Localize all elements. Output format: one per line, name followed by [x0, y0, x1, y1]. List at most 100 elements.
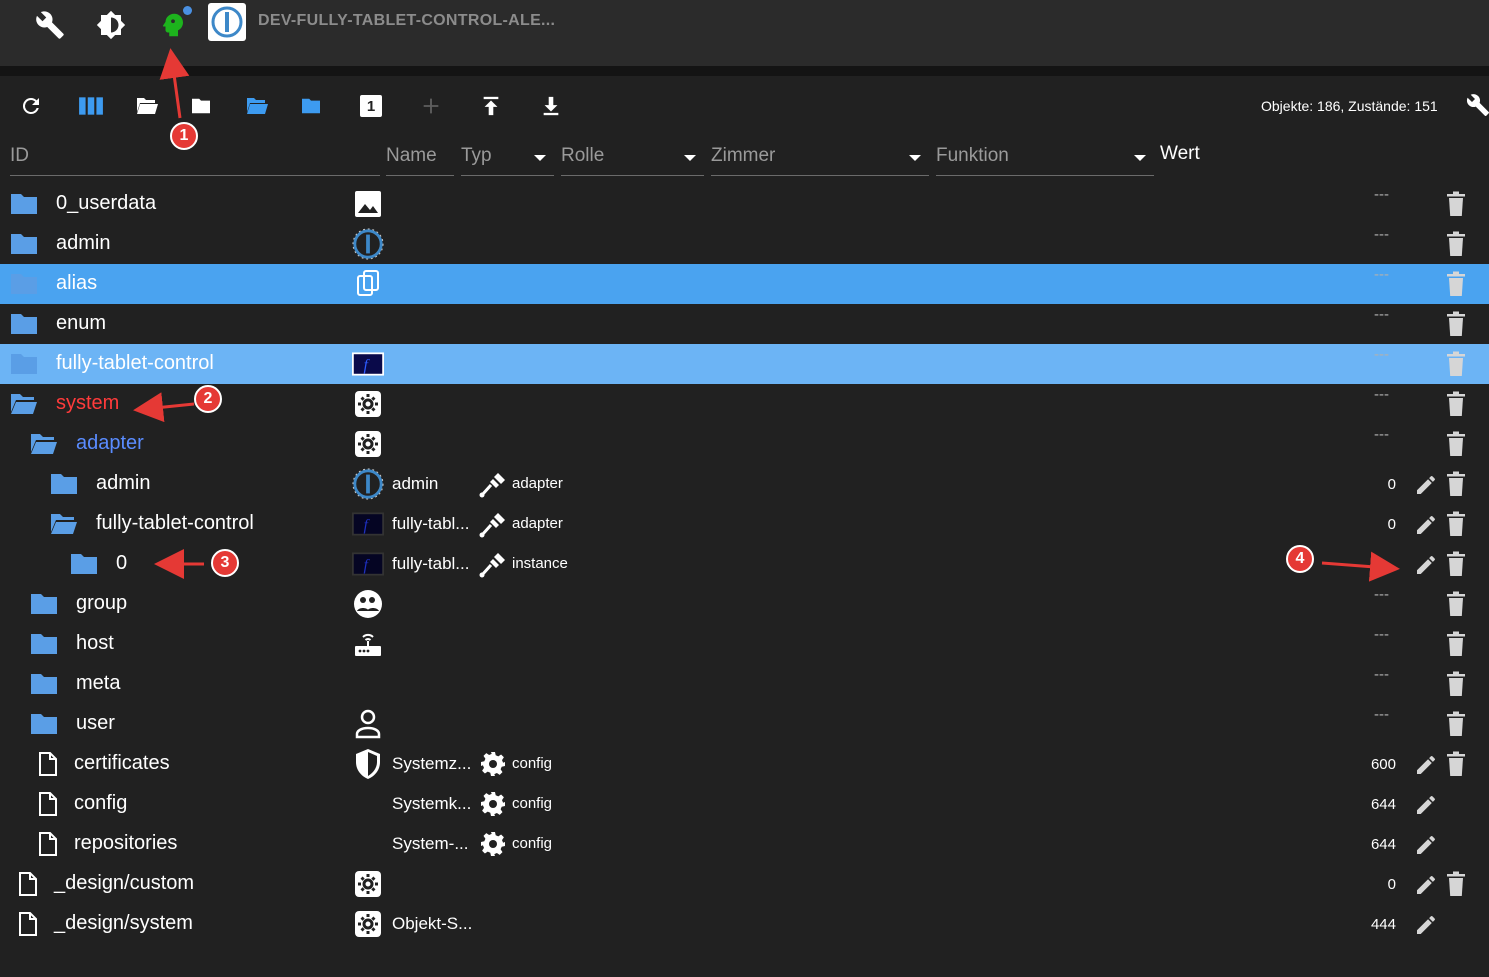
edit-icon[interactable] — [1414, 513, 1438, 537]
column-typ-label: Typ — [461, 145, 492, 166]
row-name: Systemz... — [392, 754, 472, 773]
row-value: 644 — [1370, 836, 1396, 853]
edit-icon[interactable] — [1414, 873, 1438, 897]
column-wert[interactable]: Wert — [1160, 143, 1200, 165]
trash-icon[interactable] — [1446, 311, 1466, 337]
row-id: 0_userdata — [56, 192, 157, 214]
refresh-icon[interactable] — [18, 93, 44, 119]
trash-icon[interactable] — [1446, 871, 1466, 897]
folder-open-blue-icon[interactable] — [244, 93, 270, 119]
row-role: adapter — [512, 475, 563, 492]
cog-icon — [478, 750, 508, 778]
brightness-icon[interactable] — [94, 8, 128, 42]
table-row[interactable]: fully-tablet-control fully-tabl... adapt… — [0, 504, 1489, 544]
table-row-selected[interactable]: fully-tablet-control --- — [0, 344, 1489, 384]
row-id: meta — [76, 672, 121, 694]
cog-icon — [478, 830, 508, 858]
table-row[interactable]: adapter --- — [0, 424, 1489, 464]
table-row[interactable]: system --- — [0, 384, 1489, 424]
trash-icon[interactable] — [1446, 391, 1466, 417]
trash-icon[interactable] — [1446, 271, 1466, 297]
trash-icon[interactable] — [1446, 751, 1466, 777]
edit-icon[interactable] — [1414, 473, 1438, 497]
folder-icon — [70, 553, 98, 575]
copy-icon — [352, 269, 384, 299]
column-id-label: ID — [10, 145, 29, 166]
trash-icon[interactable] — [1446, 631, 1466, 657]
row-name: fully-tabl... — [392, 514, 470, 533]
table-row[interactable]: admin --- — [0, 224, 1489, 264]
trash-icon[interactable] — [1446, 471, 1466, 497]
table-row[interactable]: meta --- — [0, 664, 1489, 704]
folder-icon — [30, 713, 58, 735]
row-id: admin — [96, 472, 151, 494]
trash-icon[interactable] — [1446, 591, 1466, 617]
row-value: --- — [1374, 426, 1389, 443]
table-row[interactable]: admin admin adapter 0 — [0, 464, 1489, 504]
settings-icon — [352, 909, 384, 939]
plug-icon — [478, 470, 508, 498]
table-row[interactable]: certificates Systemz... config 600 — [0, 744, 1489, 784]
wrench-icon[interactable] — [33, 8, 67, 42]
table-row[interactable]: _design/system Objekt-S... 444 — [0, 904, 1489, 944]
columns-icon[interactable] — [78, 93, 104, 119]
image-icon — [352, 189, 384, 219]
row-name: admin — [392, 474, 439, 493]
row-value: --- — [1374, 346, 1389, 363]
column-id[interactable]: ID — [10, 142, 380, 176]
robot-head-icon[interactable] — [156, 6, 192, 42]
folder-blue-icon[interactable] — [298, 93, 324, 119]
column-zimmer[interactable]: Zimmer — [711, 142, 929, 176]
row-name: fully-tabl... — [392, 554, 470, 573]
router-icon — [352, 629, 384, 659]
iobroker-icon — [352, 469, 384, 499]
column-funktion[interactable]: Funktion — [936, 142, 1154, 176]
column-typ[interactable]: Typ — [461, 142, 554, 176]
row-id: system — [56, 392, 120, 414]
row-role: instance — [512, 555, 568, 572]
row-id: alias — [56, 272, 98, 294]
edit-icon[interactable] — [1414, 913, 1438, 937]
download-icon[interactable] — [538, 93, 564, 119]
folder-icon — [10, 193, 38, 215]
shield-icon — [352, 749, 384, 779]
table-row[interactable]: host --- — [0, 624, 1489, 664]
edit-icon[interactable] — [1414, 753, 1438, 777]
table-row[interactable]: 0_userdata --- — [0, 184, 1489, 224]
trash-icon[interactable] — [1446, 551, 1466, 577]
fully-icon — [352, 349, 384, 379]
trash-icon[interactable] — [1446, 671, 1466, 697]
trash-icon[interactable] — [1446, 511, 1466, 537]
trash-icon[interactable] — [1446, 351, 1466, 377]
folder-icon[interactable] — [188, 93, 214, 119]
table-row[interactable]: config Systemk... config 644 — [0, 784, 1489, 824]
upload-icon[interactable] — [478, 93, 504, 119]
row-id: fully-tablet-control — [96, 512, 254, 534]
table-row-selected[interactable]: alias --- — [0, 264, 1489, 304]
counter-button[interactable]: 1 — [358, 93, 384, 119]
edit-icon[interactable] — [1414, 793, 1438, 817]
edit-icon[interactable] — [1414, 553, 1438, 577]
table-row[interactable]: enum --- — [0, 304, 1489, 344]
trash-icon[interactable] — [1446, 431, 1466, 457]
table-row[interactable]: _design/custom 0 — [0, 864, 1489, 904]
annotation-badge: 1 — [170, 122, 198, 150]
settings-wrench-icon[interactable] — [1466, 92, 1489, 123]
table-row[interactable]: repositories System-... config 644 — [0, 824, 1489, 864]
table-row[interactable]: group --- — [0, 584, 1489, 624]
add-icon[interactable] — [418, 93, 444, 119]
trash-icon[interactable] — [1446, 711, 1466, 737]
settings-icon — [352, 869, 384, 899]
table-row[interactable]: user --- — [0, 704, 1489, 744]
plug-icon — [478, 510, 508, 538]
row-role: config — [512, 755, 553, 772]
row-value: --- — [1374, 306, 1389, 323]
folder-open-icon[interactable] — [134, 93, 160, 119]
trash-icon[interactable] — [1446, 191, 1466, 217]
trash-icon[interactable] — [1446, 231, 1466, 257]
column-rolle[interactable]: Rolle — [561, 142, 704, 176]
column-name[interactable]: Name — [386, 142, 454, 176]
folder-icon — [30, 633, 58, 655]
row-value: 0 — [1387, 876, 1396, 893]
edit-icon[interactable] — [1414, 833, 1438, 857]
